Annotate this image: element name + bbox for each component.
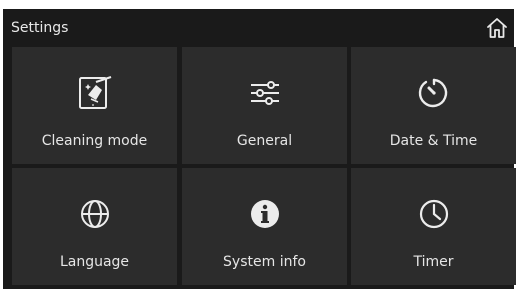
home-button[interactable] xyxy=(485,16,509,40)
tile-cleaning-mode[interactable]: Cleaning mode xyxy=(12,47,177,164)
tile-label: System info xyxy=(223,254,306,270)
sliders-icon xyxy=(247,75,283,111)
page-title: Settings xyxy=(11,20,69,36)
tile-system-info[interactable]: System info xyxy=(182,168,347,285)
tile-label: Language xyxy=(59,254,130,270)
tile-date-time[interactable]: Date & Time xyxy=(351,47,516,164)
tile-label: Cleaning mode xyxy=(41,133,148,149)
info-icon xyxy=(247,196,283,232)
home-icon xyxy=(487,18,507,38)
header-bar: Settings xyxy=(3,9,514,47)
settings-screen: Settings Cleaning mode General Date & Ti… xyxy=(3,9,516,289)
tile-label: Date & Time xyxy=(389,133,478,149)
clock-circle-icon xyxy=(416,75,452,111)
tile-label: General xyxy=(236,133,293,149)
tile-language[interactable]: Language xyxy=(12,168,177,285)
globe-icon xyxy=(77,196,113,232)
tile-timer[interactable]: Timer xyxy=(351,168,516,285)
tile-label: Timer xyxy=(413,254,454,270)
clock-icon xyxy=(416,196,452,232)
cleaning-tablet-icon xyxy=(77,75,113,111)
settings-grid: Cleaning mode General Date & Time Langua… xyxy=(12,47,516,285)
tile-general[interactable]: General xyxy=(182,47,347,164)
